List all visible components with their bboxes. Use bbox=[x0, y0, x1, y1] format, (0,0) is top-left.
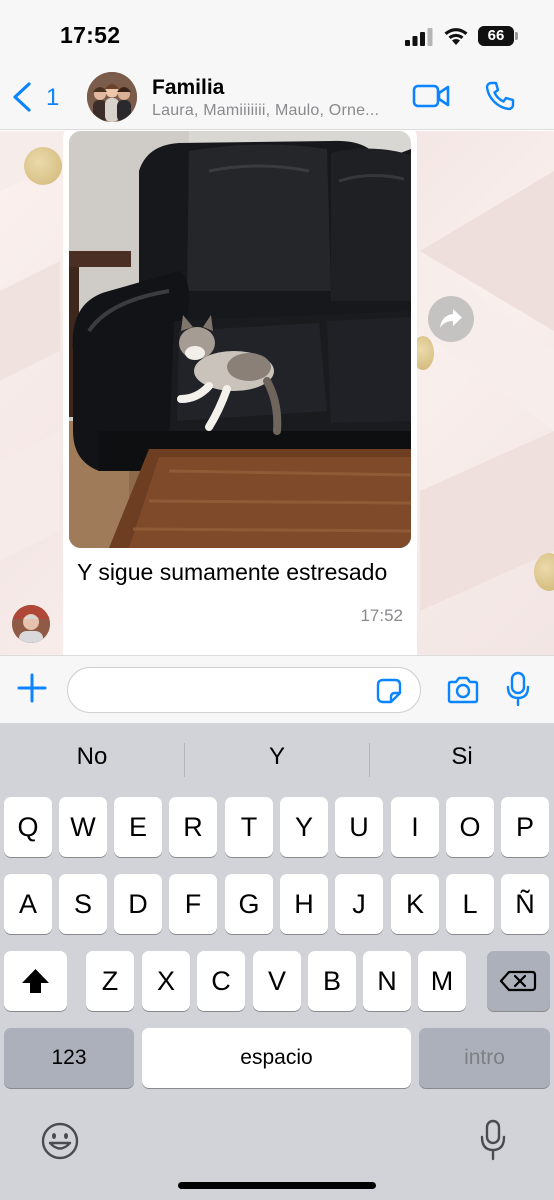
key[interactable]: G bbox=[225, 874, 273, 934]
battery-level: 66 bbox=[478, 26, 514, 46]
key[interactable]: M bbox=[418, 951, 466, 1011]
battery-indicator: 66 bbox=[478, 26, 518, 46]
cellular-signal-icon bbox=[405, 28, 433, 46]
key[interactable]: D bbox=[114, 874, 162, 934]
back-button[interactable]: 1 bbox=[10, 80, 66, 114]
key[interactable]: K bbox=[391, 874, 439, 934]
sticker-icon[interactable] bbox=[376, 678, 402, 704]
unread-count: 1 bbox=[46, 84, 60, 111]
key[interactable]: T bbox=[225, 797, 273, 857]
message-photo[interactable] bbox=[69, 131, 411, 548]
forward-icon bbox=[440, 309, 462, 328]
key[interactable]: X bbox=[142, 951, 190, 1011]
back-chevron-icon bbox=[13, 82, 31, 112]
key[interactable]: Q bbox=[4, 797, 52, 857]
backspace-icon bbox=[499, 970, 537, 992]
key[interactable]: S bbox=[59, 874, 107, 934]
dictation-icon[interactable] bbox=[480, 1119, 506, 1161]
chat-participants[interactable]: Laura, Mamiiiiiii, Maulo, Orne... bbox=[152, 102, 379, 120]
shift-key[interactable] bbox=[4, 951, 67, 1011]
backspace-key[interactable] bbox=[487, 951, 550, 1011]
message-timestamp: 17:52 bbox=[360, 606, 403, 625]
suggestion-item[interactable]: Si bbox=[370, 743, 554, 771]
plus-icon[interactable] bbox=[16, 672, 48, 704]
sender-avatar[interactable] bbox=[12, 605, 50, 643]
keyboard: No Y Si Q W E R T Y U I O P A S D F G H … bbox=[0, 723, 554, 1200]
key[interactable]: F bbox=[169, 874, 217, 934]
phone-icon[interactable] bbox=[484, 80, 516, 112]
numbers-key[interactable]: 123 bbox=[4, 1028, 134, 1088]
key[interactable]: U bbox=[335, 797, 383, 857]
key[interactable]: N bbox=[363, 951, 411, 1011]
message-input[interactable] bbox=[67, 667, 421, 713]
battery-tip bbox=[515, 32, 518, 40]
key[interactable]: E bbox=[114, 797, 162, 857]
home-indicator[interactable] bbox=[178, 1182, 376, 1189]
key[interactable]: V bbox=[253, 951, 301, 1011]
return-key[interactable]: intro bbox=[419, 1028, 550, 1088]
cat-on-sofa-photo bbox=[69, 131, 411, 548]
key[interactable]: I bbox=[391, 797, 439, 857]
key[interactable]: A bbox=[4, 874, 52, 934]
group-avatar[interactable] bbox=[87, 72, 137, 122]
key[interactable]: C bbox=[197, 951, 245, 1011]
sender-photo bbox=[12, 605, 50, 643]
wallpaper-dot bbox=[24, 147, 62, 185]
key[interactable]: L bbox=[446, 874, 494, 934]
message-composer bbox=[0, 655, 554, 723]
chat-area[interactable]: Y sigue sumamente estresado 17:52 bbox=[0, 131, 554, 655]
status-bar: 17:52 66 bbox=[0, 0, 554, 64]
group-photo bbox=[87, 72, 137, 122]
key[interactable]: J bbox=[335, 874, 383, 934]
forward-button[interactable] bbox=[428, 296, 474, 342]
key[interactable]: O bbox=[446, 797, 494, 857]
key[interactable]: R bbox=[169, 797, 217, 857]
message-bubble[interactable]: Y sigue sumamente estresado 17:52 bbox=[63, 131, 417, 655]
video-call-icon[interactable] bbox=[412, 82, 450, 110]
status-time: 17:52 bbox=[60, 22, 121, 48]
key[interactable]: P bbox=[501, 797, 549, 857]
wifi-icon bbox=[444, 28, 468, 45]
key[interactable]: H bbox=[280, 874, 328, 934]
suggestion-bar: No Y Si bbox=[0, 723, 554, 795]
microphone-icon[interactable] bbox=[506, 671, 530, 707]
message-caption: Y sigue sumamente estresado bbox=[77, 559, 388, 585]
emoji-icon[interactable] bbox=[40, 1121, 80, 1161]
key[interactable]: B bbox=[308, 951, 356, 1011]
suggestion-item[interactable]: No bbox=[0, 743, 184, 771]
key[interactable]: Y bbox=[280, 797, 328, 857]
space-key[interactable]: espacio bbox=[142, 1028, 411, 1088]
key[interactable]: Ñ bbox=[501, 874, 549, 934]
key[interactable]: Z bbox=[86, 951, 134, 1011]
suggestion-item[interactable]: Y bbox=[185, 743, 369, 771]
chat-header: 1 Familia Laura, Mamiiiiiii, Maulo, Orne… bbox=[0, 64, 554, 130]
key[interactable]: W bbox=[59, 797, 107, 857]
chat-title[interactable]: Familia bbox=[152, 76, 224, 100]
shift-icon bbox=[22, 969, 49, 993]
camera-icon[interactable] bbox=[446, 676, 480, 704]
